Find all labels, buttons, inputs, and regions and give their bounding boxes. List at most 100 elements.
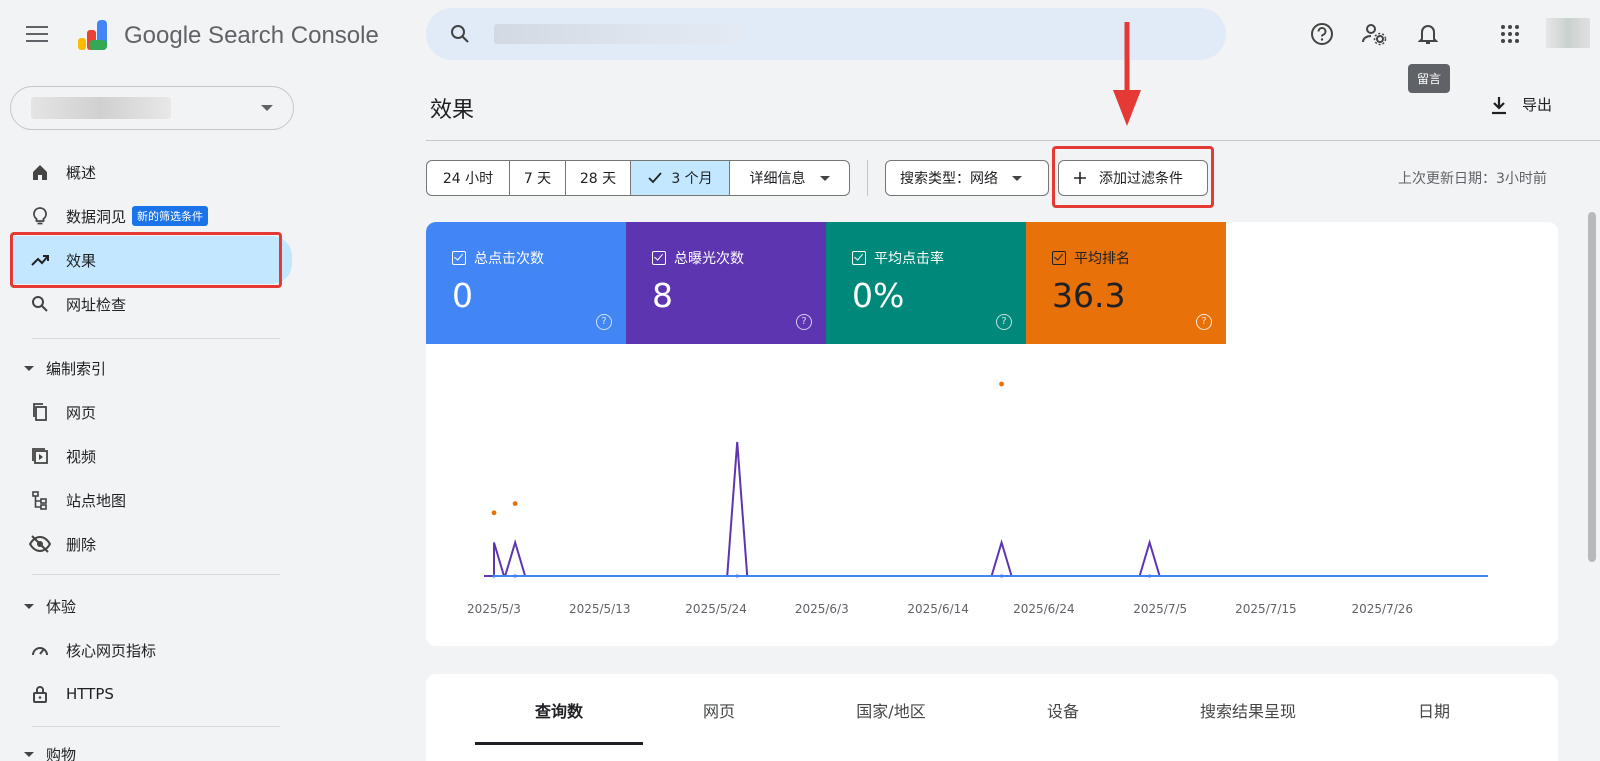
sidebar-item-label: 网址检查 <box>66 295 127 314</box>
help-icon[interactable] <box>1308 20 1336 48</box>
checkbox-icon[interactable] <box>852 251 866 265</box>
caret-down-icon <box>24 366 34 371</box>
notifications-icon[interactable] <box>1414 20 1442 48</box>
sidebar-item-label: 站点地图 <box>66 491 127 510</box>
download-icon <box>1492 96 1506 114</box>
tab-queries[interactable]: 查询数 <box>535 698 583 722</box>
chevron-down-icon <box>261 105 273 111</box>
position-point <box>491 510 497 516</box>
section-title: 购物 <box>46 746 77 761</box>
checkbox-icon[interactable] <box>652 251 666 265</box>
range-3m-label: 3 个月 <box>671 171 713 187</box>
chevron-down-icon <box>819 175 830 181</box>
range-details-label: 详细信息 <box>749 171 806 187</box>
lock-icon <box>28 682 52 706</box>
x-tick-label: 2025/6/14 <box>907 602 969 616</box>
search-type-dropdown[interactable]: 搜索类型：网络 <box>885 160 1049 196</box>
sidebar-item-pages[interactable]: 网页 <box>14 392 292 432</box>
visibility-off-icon <box>28 532 52 556</box>
help-icon[interactable]: ? <box>596 314 612 330</box>
search-type-label: 搜索类型：网络 <box>900 171 998 187</box>
sidebar-item-videos[interactable]: 视频 <box>14 436 292 476</box>
help-icon[interactable]: ? <box>1196 314 1212 330</box>
tab-pages[interactable]: 网页 <box>703 698 735 722</box>
dimension-tabs: 查询数 网页 国家/地区 设备 搜索结果呈现 日期 <box>426 674 1558 761</box>
caret-down-icon <box>24 604 34 609</box>
metric-average-position[interactable]: 平均排名 36.3 ? <box>1026 222 1226 344</box>
range-7d[interactable]: 7 天 <box>510 161 566 195</box>
tab-search-appearance[interactable]: 搜索结果呈现 <box>1200 698 1296 722</box>
sitemap-icon <box>28 488 52 512</box>
sidebar-item-url-inspection[interactable]: 网址检查 <box>14 284 292 324</box>
x-tick-label: 2025/5/13 <box>568 602 631 616</box>
sidebar-item-label: HTTPS <box>66 685 114 703</box>
metric-total-clicks[interactable]: 总点击次数 0 ? <box>426 222 626 344</box>
section-title: 编制索引 <box>46 360 107 378</box>
date-range-selector[interactable]: 24 小时 7 天 28 天 3 个月 详细信息 <box>426 160 850 196</box>
metric-value: 0% <box>852 276 905 315</box>
sidebar-item-insights[interactable]: 数据洞见 新的筛选条件 <box>14 196 292 236</box>
last-updated: 上次更新日期：3小时前 <box>1398 171 1547 187</box>
export-label: 导出 <box>1522 96 1553 114</box>
clicks-point <box>513 574 517 578</box>
sidebar-item-overview[interactable]: 概述 <box>14 152 292 192</box>
annotation-highlight-performance <box>10 232 282 288</box>
page-title: 效果 <box>430 98 475 123</box>
range-3m[interactable]: 3 个月 <box>631 161 730 195</box>
search-icon <box>28 292 52 316</box>
scrollbar[interactable] <box>1588 212 1596 562</box>
annotation-arrow-icon <box>1113 22 1141 126</box>
position-point <box>512 501 518 506</box>
lightbulb-icon <box>28 204 52 228</box>
x-tick-label: 2025/5/24 <box>685 602 747 616</box>
sidebar-item-sitemaps[interactable]: 站点地图 <box>14 480 292 520</box>
apps-grid-icon[interactable] <box>1496 20 1524 48</box>
range-details[interactable]: 详细信息 <box>730 161 849 195</box>
section-shopping[interactable]: 购物 <box>20 744 76 761</box>
tab-dates[interactable]: 日期 <box>1418 698 1450 722</box>
range-28d[interactable]: 28 天 <box>566 161 631 195</box>
x-tick-label: 2025/5/3 <box>467 602 521 616</box>
x-tick-label: 2025/7/15 <box>1235 602 1297 616</box>
tab-countries[interactable]: 国家/地区 <box>856 698 925 722</box>
clicks-point <box>735 574 739 578</box>
home-icon <box>28 160 52 184</box>
avatar[interactable] <box>1546 18 1590 48</box>
search-input[interactable] <box>494 24 744 44</box>
clicks-point <box>492 574 496 578</box>
active-tab-indicator <box>475 742 643 745</box>
section-experience[interactable]: 体验 <box>20 596 76 617</box>
sidebar-item-removals[interactable]: 删除 <box>14 524 292 564</box>
checkbox-icon[interactable] <box>452 251 466 265</box>
sidebar-item-label: 概述 <box>66 163 97 182</box>
section-index[interactable]: 编制索引 <box>20 358 106 379</box>
speed-icon <box>28 638 52 662</box>
sidebar-item-https[interactable]: HTTPS <box>14 674 292 714</box>
metric-label: 平均点击率 <box>874 251 944 267</box>
manage-users-icon[interactable] <box>1360 20 1388 48</box>
x-tick-label: 2025/6/24 <box>1013 602 1075 616</box>
header-divider <box>426 140 1600 141</box>
metric-value: 8 <box>652 276 673 315</box>
sidebar-item-label: 数据洞见 <box>66 207 127 226</box>
sidebar-divider <box>32 574 280 575</box>
tab-devices[interactable]: 设备 <box>1047 698 1079 722</box>
metric-average-ctr[interactable]: 平均点击率 0% ? <box>826 222 1026 344</box>
video-icon <box>28 444 52 468</box>
sidebar-divider <box>32 338 280 339</box>
search-bar[interactable] <box>426 8 1226 60</box>
metric-total-impressions[interactable]: 总曝光次数 8 ? <box>626 222 826 344</box>
menu-icon[interactable] <box>26 26 48 44</box>
help-icon[interactable]: ? <box>796 314 812 330</box>
property-selector[interactable] <box>10 86 294 130</box>
range-24h[interactable]: 24 小时 <box>427 161 510 195</box>
export-button[interactable]: 导出 <box>1490 94 1552 115</box>
checkbox-icon[interactable] <box>1052 251 1066 265</box>
sidebar-item-label: 网页 <box>66 403 97 422</box>
metric-value: 36.3 <box>1052 276 1126 315</box>
sidebar-item-core-web-vitals[interactable]: 核心网页指标 <box>14 630 292 670</box>
clicks-point <box>999 574 1004 578</box>
metric-label: 总点击次数 <box>474 251 544 267</box>
help-icon[interactable]: ? <box>996 314 1012 330</box>
x-tick-label: 2025/6/3 <box>794 602 849 616</box>
